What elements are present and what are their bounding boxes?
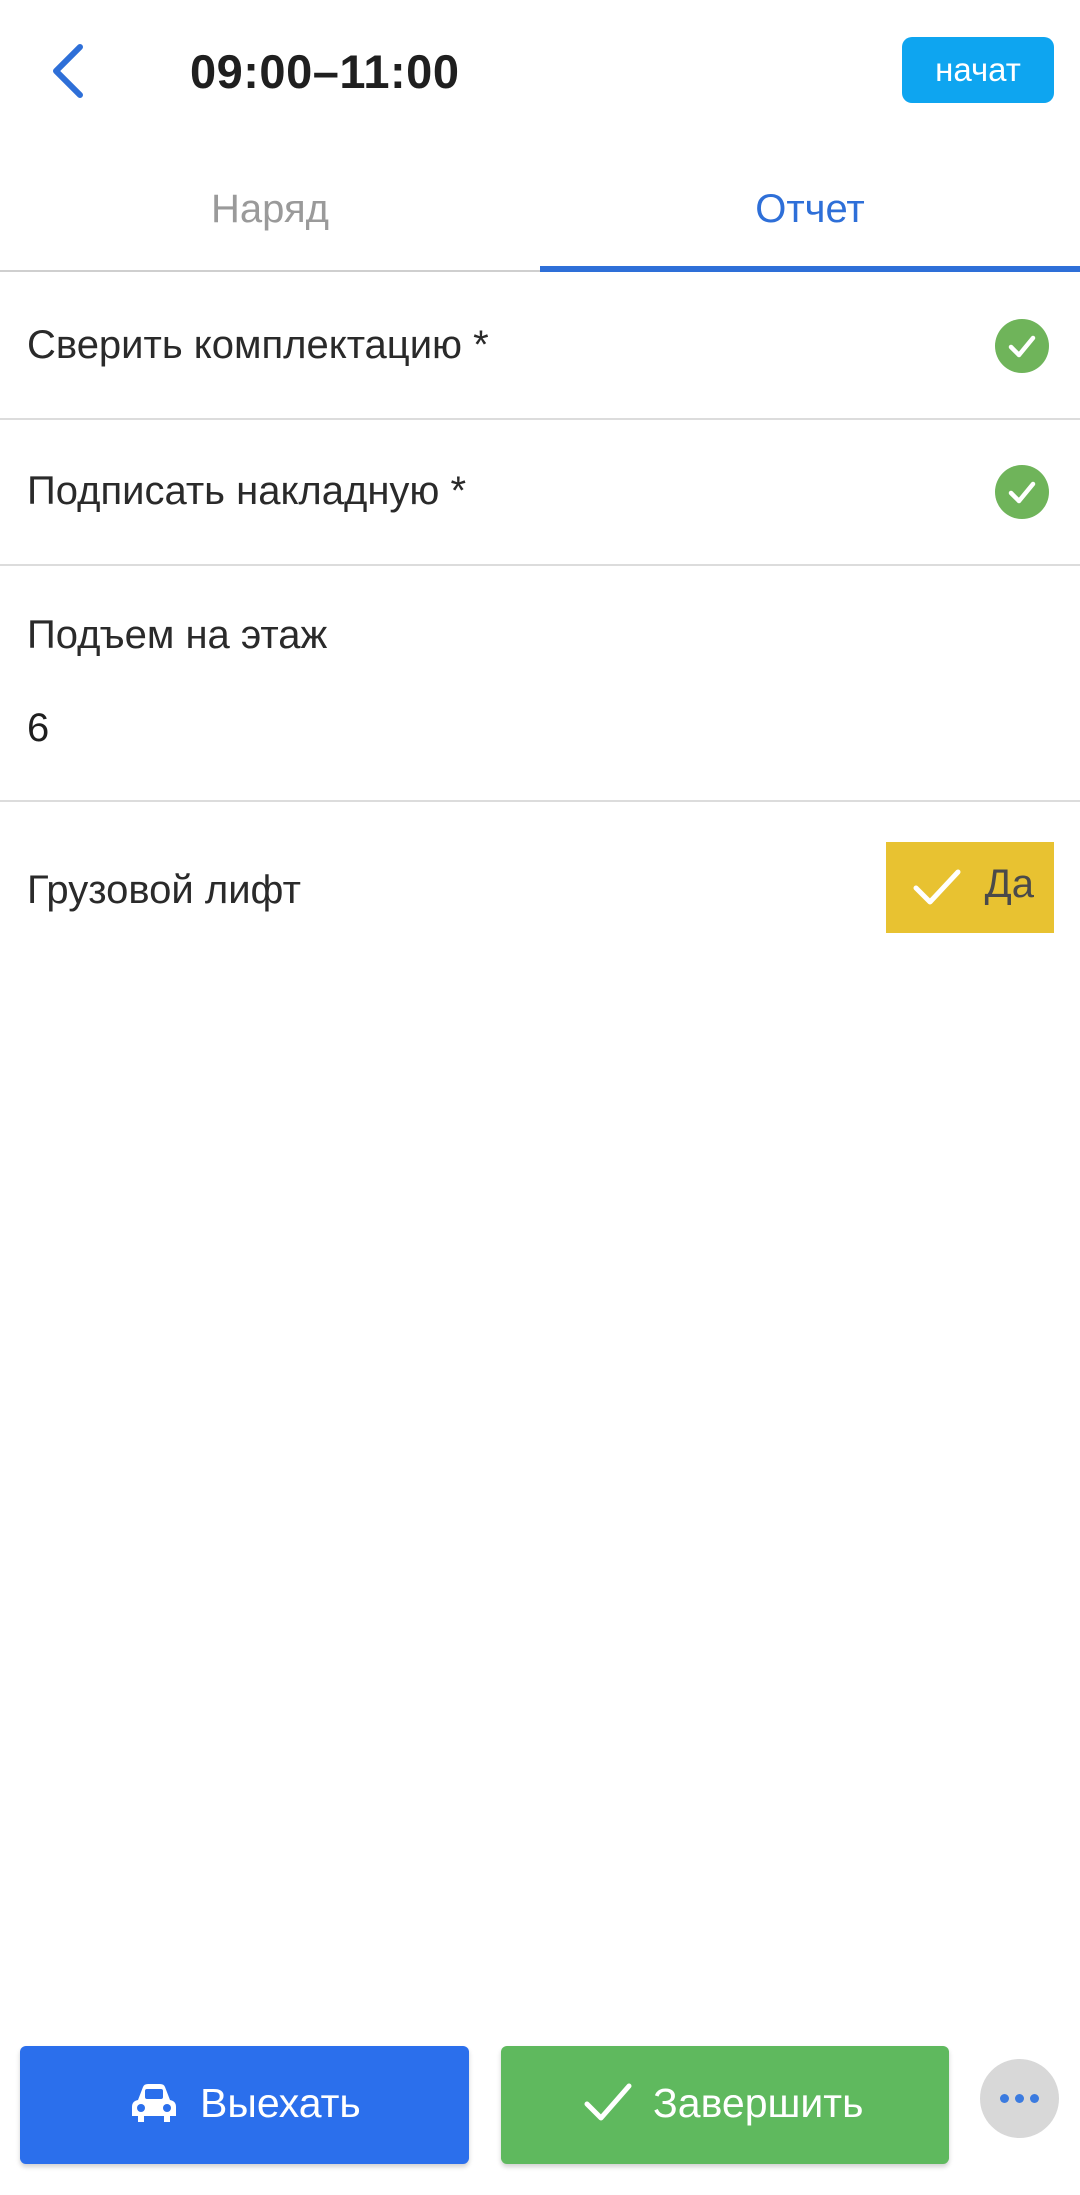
tab-report[interactable]: Отчет — [540, 164, 1080, 270]
header: 09:00–11:00 начат — [0, 0, 1080, 144]
check-icon — [913, 869, 961, 905]
finish-button[interactable]: Завершить — [501, 2046, 949, 2164]
tab-active-indicator — [540, 266, 1080, 272]
report-item-sign-invoice[interactable]: Подписать накладную * — [0, 420, 1080, 566]
report-item-label: Сверить комплектацию * — [27, 323, 489, 367]
floor-lift-value[interactable]: 6 — [27, 706, 49, 751]
tab-bar: Наряд Отчет — [0, 164, 1080, 272]
bottom-action-bar: Выехать Завершить — [0, 2040, 1080, 2195]
check-circle-icon — [995, 465, 1049, 519]
depart-button[interactable]: Выехать — [20, 2046, 469, 2164]
status-start-button[interactable]: начат — [902, 37, 1054, 103]
floor-lift-label: Подъем на этаж — [27, 613, 328, 657]
freight-lift-yes-toggle[interactable]: Да — [886, 842, 1054, 933]
order-report-screen: 09:00–11:00 начат Наряд Отчет Сверить ко… — [0, 0, 1080, 2195]
depart-label: Выехать — [200, 2080, 361, 2126]
report-item-label: Подписать накладную * — [27, 469, 467, 513]
freight-lift-label: Грузовой лифт — [27, 868, 301, 912]
page-title: 09:00–11:00 — [190, 45, 460, 98]
car-icon — [132, 2084, 176, 2122]
finish-label: Завершить — [653, 2080, 864, 2126]
more-options-button[interactable] — [980, 2059, 1059, 2138]
check-circle-icon — [995, 319, 1049, 373]
back-button[interactable] — [40, 36, 96, 106]
check-icon — [584, 2083, 632, 2121]
chevron-left-icon — [53, 44, 83, 98]
report-item-check-package[interactable]: Сверить комплектацию * — [0, 274, 1080, 420]
more-horizontal-icon — [997, 2094, 1042, 2103]
tab-order[interactable]: Наряд — [0, 164, 540, 270]
freight-lift-yes-label: Да — [984, 862, 1034, 906]
floor-lift-field[interactable]: Подъем на этаж 6 — [0, 566, 1080, 802]
freight-lift-field: Грузовой лифт Да — [0, 802, 1080, 948]
